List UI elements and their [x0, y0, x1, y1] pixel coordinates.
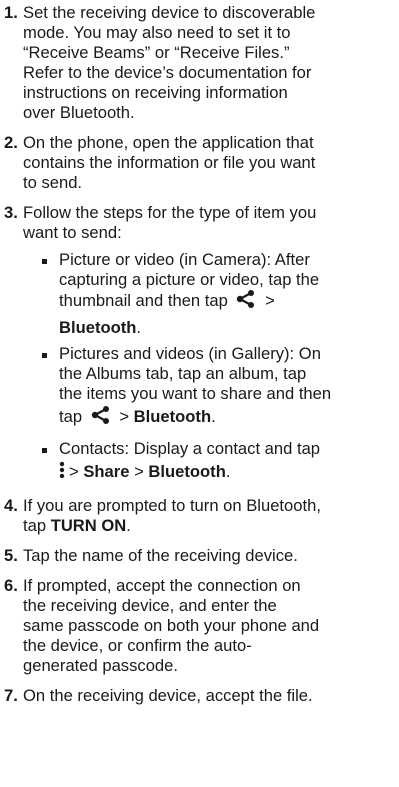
step-text-line: On the phone, open the application that: [23, 133, 314, 152]
bullet-icon: [42, 259, 47, 264]
substep-text-line: > Share > Bluetooth.: [59, 461, 230, 484]
step-text-line: Tap the name of the receiving device.: [23, 546, 298, 565]
step-text-line: instructions on receiving information: [23, 83, 288, 102]
menu-option-share: Share: [83, 461, 130, 481]
substep-text-line: Pictures and videos (in Gallery): On: [59, 344, 321, 363]
step-number: 4.: [4, 496, 18, 515]
step-number: 5.: [4, 546, 18, 565]
substep-text-line: the items you want to share and then: [59, 384, 332, 403]
step-number: 7.: [4, 686, 18, 705]
step-text-line: Refer to the device’s documentation for: [23, 63, 312, 82]
bullet-icon: [42, 353, 47, 358]
substep-text-line: thumbnail and then tap >: [59, 290, 275, 313]
step-text-line: Follow the steps for the type of item yo…: [23, 203, 317, 222]
step-text-line: If you are prompted to turn on Bluetooth…: [23, 496, 321, 515]
step-text-line: generated passcode.: [23, 656, 178, 675]
step-number: 6.: [4, 576, 18, 595]
substep-text-line: Picture or video (in Camera): After: [59, 250, 310, 269]
step-number: 3.: [4, 203, 18, 222]
step-text-line: If prompted, accept the connection on: [23, 576, 301, 595]
turn-on-label: TURN ON: [50, 516, 127, 535]
share-icon: [91, 406, 111, 429]
step-text-line: the receiving device, and enter the: [23, 596, 277, 615]
share-icon: [236, 290, 256, 313]
step-number: 1.: [4, 3, 18, 22]
menu-separator: >: [69, 461, 79, 481]
substep-text: thumbnail and then tap: [59, 290, 228, 310]
menu-option-bluetooth: Bluetooth: [59, 318, 137, 337]
step-text-line: same passcode on both your phone and: [23, 616, 320, 635]
more-vertical-icon: [59, 461, 65, 484]
step-text-line: the device, or confirm the auto-: [23, 636, 252, 655]
menu-separator: >: [134, 461, 144, 481]
step-text-line: to send.: [23, 173, 83, 192]
menu-separator: >: [265, 290, 275, 310]
menu-option-bluetooth: Bluetooth: [148, 461, 226, 481]
step-text-line: tap TURN ON.: [23, 516, 131, 535]
step-text-line: want to send:: [23, 223, 122, 242]
substep-text-line: capturing a picture or video, tap the: [59, 270, 320, 289]
substep-text-line: Bluetooth.: [59, 318, 142, 337]
step-text-line: over Bluetooth.: [23, 103, 135, 122]
menu-separator: >: [119, 406, 130, 426]
substep-text-line: the Albums tab, tap an album, tap: [59, 364, 307, 383]
step-text-line: Set the receiving device to discoverable: [23, 3, 316, 22]
step-text-line: “Receive Beams” or “Receive Files.”: [23, 43, 290, 62]
bullet-icon: [42, 448, 47, 453]
step-number: 2.: [4, 133, 18, 152]
substep-text-line: tap > Bluetooth.: [59, 406, 216, 429]
step-text-line: mode. You may also need to set it to: [23, 23, 291, 42]
step-text-line: On the receiving device, accept the file…: [23, 686, 313, 705]
step-text-line: contains the information or file you wan…: [23, 153, 316, 172]
menu-option-bluetooth: Bluetooth: [133, 406, 212, 426]
substep-text-line: Contacts: Display a contact and tap: [59, 439, 321, 458]
